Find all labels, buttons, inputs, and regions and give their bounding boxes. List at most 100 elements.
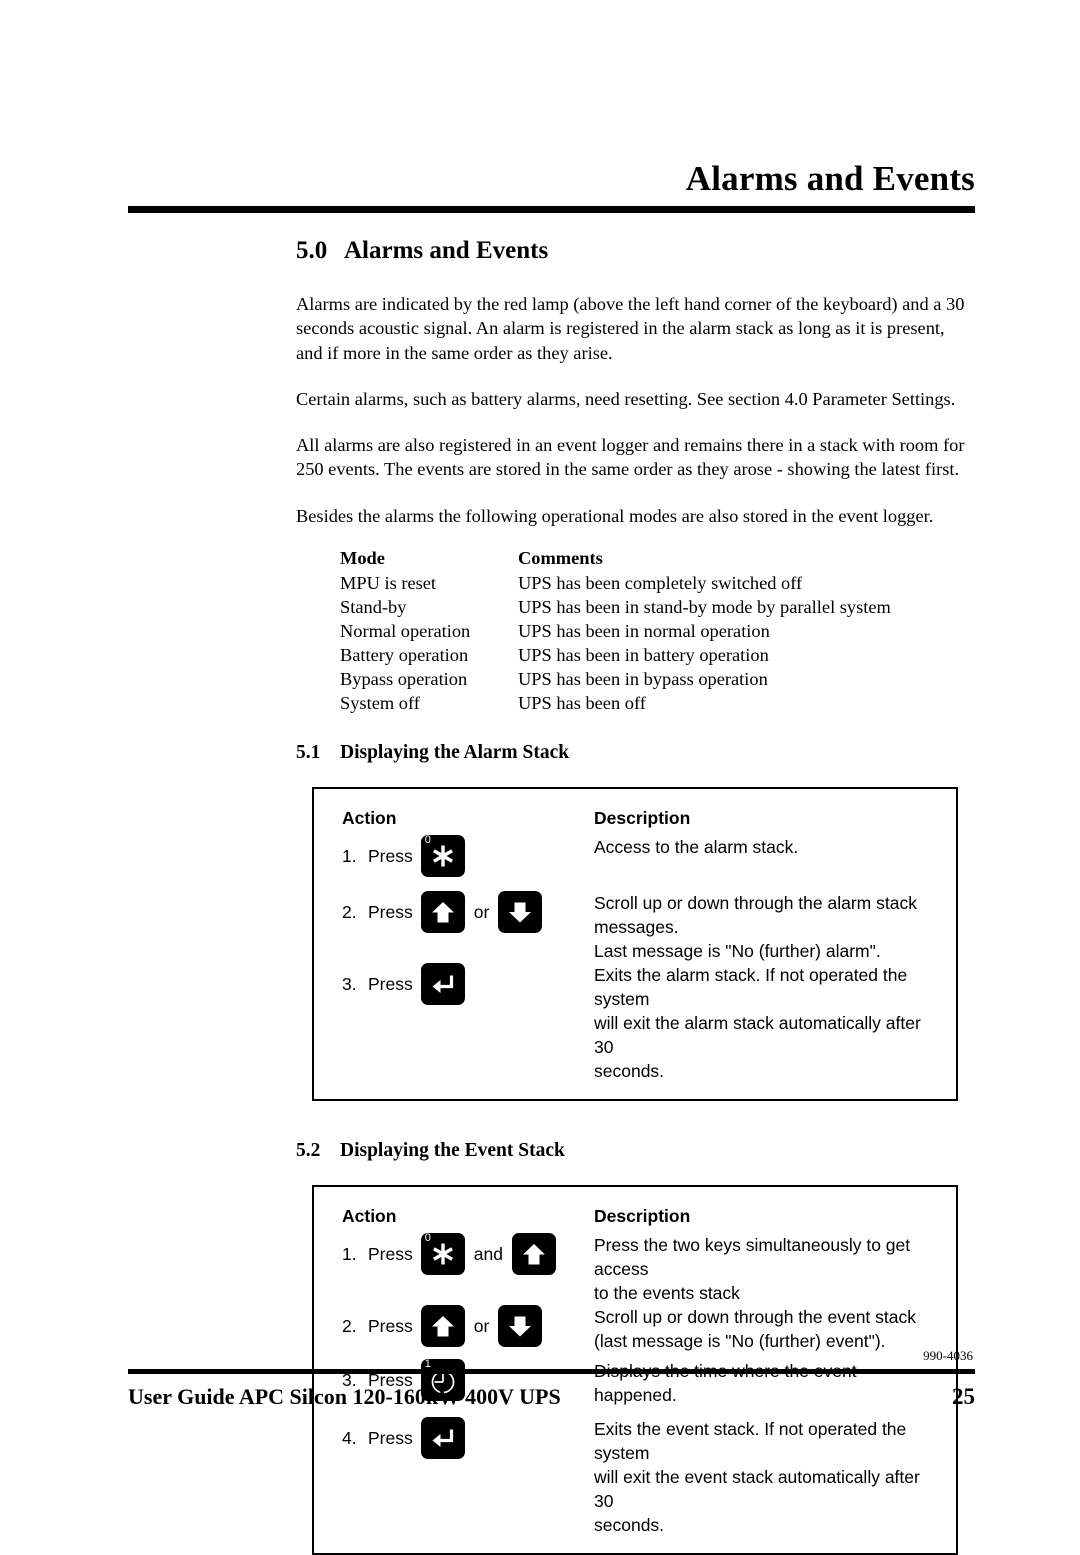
description-line: Last message is "No (further) alarm". bbox=[594, 941, 881, 962]
table-header-row: Mode Comments bbox=[340, 546, 891, 571]
arrow-up-key-icon[interactable] bbox=[420, 891, 465, 934]
procedure-step-row: 2. Press or Scroll up or down through th… bbox=[314, 891, 956, 963]
procedure-step-row: 4. Press Exits the event stack. If not o… bbox=[314, 1417, 956, 1537]
procedure-step-row: 3. Press Exits the alarm stack. If not o… bbox=[314, 963, 956, 1083]
key-conjunction: or bbox=[473, 1316, 490, 1337]
procedure-header-row: Action Description bbox=[314, 807, 956, 835]
description-line: seconds. bbox=[594, 1061, 665, 1082]
mode-cell: MPU is reset bbox=[340, 573, 437, 594]
description-line: messages. bbox=[594, 917, 679, 938]
procedure-header-row: Action Description bbox=[314, 1205, 956, 1233]
header-title: Alarms and Events bbox=[685, 159, 975, 198]
subsection-heading-event-stack: 5.2 Displaying the Event Stack bbox=[296, 1139, 976, 1163]
column-header-description: Description bbox=[594, 1206, 691, 1227]
arrow-down-glyph bbox=[498, 891, 542, 933]
arrow-down-glyph bbox=[498, 1305, 542, 1347]
comment-cell: UPS has been in normal operation bbox=[518, 621, 770, 642]
description-cell: Scroll up or down through the event stac… bbox=[594, 1305, 956, 1353]
arrow-up-key-icon[interactable] bbox=[511, 1233, 556, 1276]
description-line: Access to the alarm stack. bbox=[594, 837, 799, 858]
press-label: Press bbox=[368, 974, 413, 995]
mode-cell: Stand-by bbox=[340, 597, 407, 618]
column-header-action: Action bbox=[342, 808, 397, 829]
enter-key-icon[interactable] bbox=[420, 1417, 465, 1460]
step-number: 1. bbox=[342, 1244, 357, 1265]
step-number: 4. bbox=[342, 1428, 357, 1449]
procedure-step-row: 1. Press 0 and Press the two keys simult… bbox=[314, 1232, 956, 1305]
description-cell: Access to the alarm stack. bbox=[594, 835, 956, 859]
section-heading: 5.0 Alarms and Events bbox=[296, 236, 976, 266]
comment-cell: UPS has been completely switched off bbox=[518, 573, 803, 594]
action-cell: 4. Press bbox=[314, 1417, 594, 1460]
procedure-step-row: 1. Press 0 Access to the alarm stack. bbox=[314, 834, 956, 891]
enter-arrow-glyph bbox=[421, 1417, 465, 1459]
mode-cell: Normal operation bbox=[340, 621, 471, 642]
footer-divider-rule bbox=[128, 1369, 975, 1374]
document-code: 990-4036 bbox=[923, 1348, 973, 1363]
description-line: will exit the alarm stack automatically … bbox=[594, 1013, 921, 1058]
asterisk-key-icon[interactable]: 0 bbox=[420, 834, 465, 878]
press-label: Press bbox=[368, 1244, 413, 1265]
mode-comments-table: Mode Comments MPU is reset UPS has been … bbox=[340, 546, 891, 715]
table-row: Normal operation UPS has been in normal … bbox=[340, 619, 891, 643]
mode-cell: System off bbox=[340, 693, 420, 714]
step-number: 3. bbox=[342, 974, 357, 995]
press-label: Press bbox=[368, 902, 413, 923]
description-cell: Press the two keys simultaneously to get… bbox=[594, 1233, 956, 1305]
column-header-action: Action bbox=[342, 1206, 397, 1227]
step-number: 2. bbox=[342, 1316, 357, 1337]
asterisk-key-icon[interactable]: 0 bbox=[420, 1232, 465, 1276]
intro-paragraph-4: Besides the alarms the following operati… bbox=[296, 505, 934, 526]
section-title: Alarms and Events bbox=[344, 237, 549, 264]
arrow-up-key-icon[interactable] bbox=[420, 1305, 465, 1348]
comment-cell: UPS has been off bbox=[518, 693, 646, 714]
description-line: seconds. bbox=[594, 1515, 665, 1536]
description-line: to the events stack bbox=[594, 1283, 740, 1304]
description-line: will exit the event stack automatically … bbox=[594, 1467, 920, 1512]
enter-key-icon[interactable] bbox=[420, 963, 465, 1006]
table-row: System off UPS has been off bbox=[340, 691, 891, 715]
mode-cell: Bypass operation bbox=[340, 669, 468, 690]
column-header-comments: Comments bbox=[518, 548, 603, 569]
action-cell: 1. Press 0 and bbox=[314, 1232, 594, 1276]
section-number: 5.0 bbox=[296, 237, 328, 264]
intro-paragraph-2: Certain alarms, such as battery alarms, … bbox=[296, 388, 956, 409]
subsection-number: 5.1 bbox=[296, 742, 321, 764]
press-label: Press bbox=[368, 846, 413, 867]
comment-cell: UPS has been in bypass operation bbox=[518, 669, 768, 690]
description-cell: Scroll up or down through the alarm stac… bbox=[594, 891, 956, 963]
table-row: MPU is reset UPS has been completely swi… bbox=[340, 571, 891, 595]
key-conjunction: and bbox=[473, 1244, 503, 1265]
asterisk-glyph bbox=[421, 835, 465, 877]
page-number: 25 bbox=[952, 1384, 975, 1409]
document-page: { "header": { "title": "Alarms and Event… bbox=[0, 0, 1080, 1555]
guide-title: User Guide APC Silcon 120-160kW 400V UPS bbox=[128, 1384, 561, 1409]
description-cell: Exits the alarm stack. If not operated t… bbox=[594, 963, 956, 1083]
asterisk-glyph bbox=[421, 1233, 465, 1275]
arrow-up-glyph bbox=[512, 1233, 556, 1275]
running-footer: 990-4036 User Guide APC Silcon 120-160kW… bbox=[128, 1348, 975, 1411]
arrow-down-key-icon[interactable] bbox=[498, 891, 543, 934]
description-line: Exits the event stack. If not operated t… bbox=[594, 1419, 907, 1464]
column-header-mode: Mode bbox=[340, 548, 385, 569]
arrow-up-glyph bbox=[421, 1305, 465, 1347]
header-divider-rule bbox=[128, 206, 975, 213]
description-line: Exits the alarm stack. If not operated t… bbox=[594, 965, 908, 1010]
subsection-heading-alarm-stack: 5.1 Displaying the Alarm Stack bbox=[296, 741, 976, 765]
running-header: Alarms and Events bbox=[128, 158, 975, 213]
description-line: Press the two keys simultaneously to get… bbox=[594, 1235, 911, 1280]
key-conjunction: or bbox=[473, 902, 490, 923]
step-number: 1. bbox=[342, 846, 357, 867]
intro-paragraph-1: Alarms are indicated by the red lamp (ab… bbox=[296, 294, 965, 363]
action-cell: 1. Press 0 bbox=[314, 834, 594, 878]
description-line: Scroll up or down through the event stac… bbox=[594, 1307, 916, 1328]
arrow-down-key-icon[interactable] bbox=[498, 1305, 543, 1348]
comment-cell: UPS has been in stand-by mode by paralle… bbox=[518, 597, 891, 618]
action-cell: 3. Press bbox=[314, 963, 594, 1006]
intro-paragraph-3: All alarms are also registered in an eve… bbox=[296, 435, 965, 480]
subsection-title: Displaying the Alarm Stack bbox=[340, 742, 570, 764]
step-number: 2. bbox=[342, 902, 357, 923]
column-header-description: Description bbox=[594, 808, 691, 829]
press-label: Press bbox=[368, 1428, 413, 1449]
arrow-up-glyph bbox=[421, 891, 465, 933]
